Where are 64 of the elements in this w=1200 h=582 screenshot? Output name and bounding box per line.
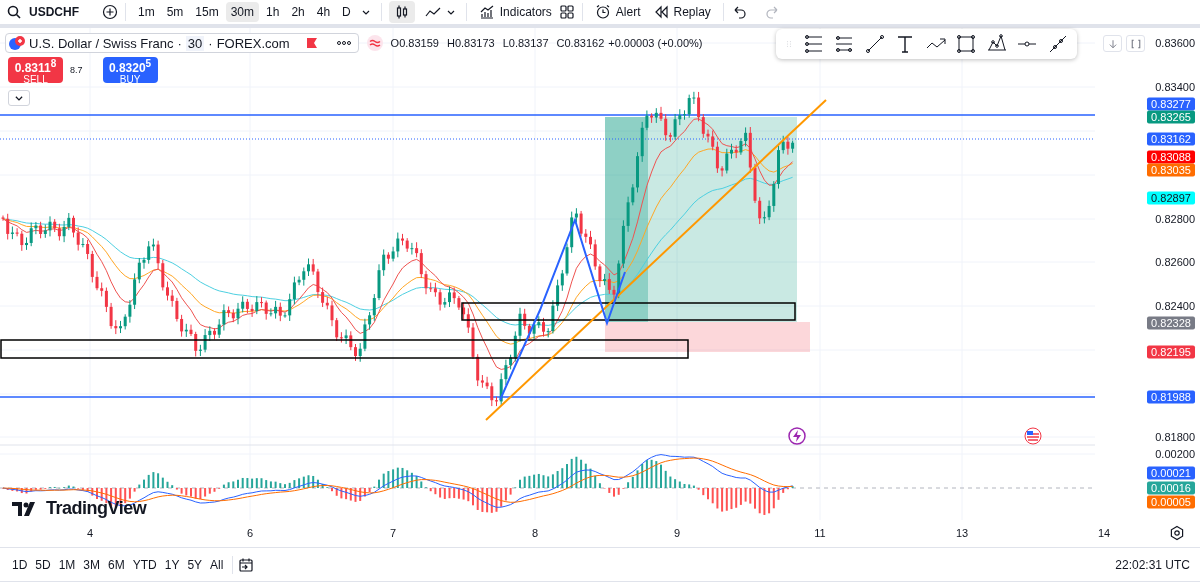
price-badge: 0.82195 — [1147, 345, 1195, 359]
exchange-label: FOREX.com — [216, 35, 290, 51]
range-button[interactable]: 1D — [8, 554, 32, 575]
symbol-legend[interactable]: U.S. Dollar / Swiss Franc · 30 · FOREX.com — [5, 33, 359, 53]
time-label: 11 — [814, 527, 826, 539]
ohlc-value: C0.83162 — [556, 37, 605, 49]
price-badge: 0.00021 — [1147, 466, 1195, 480]
interval-tab[interactable]: 1m — [133, 2, 160, 22]
alert-button[interactable]: Alert — [589, 1, 646, 23]
price-badge: 0.82328 — [1147, 316, 1195, 330]
time-label: 4 — [86, 527, 94, 539]
spread-value: 8.7 — [70, 65, 83, 75]
range-button[interactable]: 6M — [104, 554, 129, 575]
range-button[interactable]: 5Y — [183, 554, 207, 575]
ohlc-value: L0.83137 — [502, 37, 549, 49]
interval-tab[interactable]: 2h — [286, 2, 310, 22]
interval-tab[interactable]: 5m — [161, 2, 189, 22]
price-badge: 0.00016 — [1147, 481, 1195, 495]
price-label: 0.83600 — [1155, 36, 1195, 50]
price-badge: 0.83277 — [1147, 97, 1195, 111]
time-label: 9 — [673, 527, 681, 539]
interval-tab[interactable]: 15m — [190, 2, 224, 22]
sell-button[interactable]: 0.8311$^{8}$ SELL — [8, 57, 63, 83]
interval-label: 30 — [185, 35, 205, 51]
time-label: 6 — [246, 527, 254, 539]
symbol-title: U.S. Dollar / Swiss Franc — [29, 35, 174, 51]
change-value: +0.00003 (+0.00%) — [608, 37, 703, 49]
price-label: 0.82400 — [1155, 299, 1195, 313]
price-badge: 0.81988 — [1147, 390, 1195, 404]
interval-tab[interactable]: 30m — [225, 2, 260, 22]
price-badge: 0.83035 — [1147, 163, 1195, 177]
price-badge: 0.82897 — [1147, 191, 1195, 205]
price-label: 0.82800 — [1155, 212, 1195, 226]
price-label: 0.82600 — [1155, 255, 1195, 269]
range-button[interactable]: 1M — [54, 554, 80, 575]
indicators-button[interactable]: Indicators — [473, 1, 557, 23]
range-button[interactable]: 5D — [31, 554, 55, 575]
logo-text: TradingView — [46, 498, 147, 519]
time-label: 13 — [955, 527, 969, 539]
replay-button[interactable]: Replay — [647, 1, 716, 23]
price-label: 0.00200 — [1155, 447, 1195, 461]
range-button[interactable]: 3M — [79, 554, 105, 575]
ohlc-value: H0.83173 — [446, 37, 495, 49]
price-badge: 0.83088 — [1147, 150, 1195, 164]
range-button[interactable]: 1Y — [160, 554, 184, 575]
time-label: 8 — [531, 527, 539, 539]
separator-dot: · — [177, 35, 182, 51]
price-badge: 0.00005 — [1147, 495, 1195, 509]
symbol-search[interactable]: USDCHF — [24, 2, 84, 22]
separator-dot: · — [208, 35, 213, 51]
clock-text: 22:02:31 UTC — [1115, 557, 1190, 572]
ohlc-value: O0.83159 — [390, 37, 439, 49]
interval-tab[interactable]: 1h — [261, 2, 285, 22]
price-badge: 0.83162 — [1147, 132, 1195, 146]
price-badge: 0.83265 — [1147, 110, 1195, 124]
price-label: 0.81800 — [1155, 430, 1195, 444]
time-label: 14 — [1097, 527, 1111, 539]
range-button[interactable]: YTD — [128, 554, 161, 575]
buy-button[interactable]: 0.8320$^{5}$ BUY — [102, 57, 158, 83]
time-label: 7 — [389, 527, 397, 539]
interval-tab[interactable]: 4h — [311, 2, 336, 22]
interval-tab[interactable]: D — [337, 2, 356, 22]
range-button[interactable]: All — [206, 554, 228, 575]
price-label: 0.83400 — [1155, 80, 1195, 94]
